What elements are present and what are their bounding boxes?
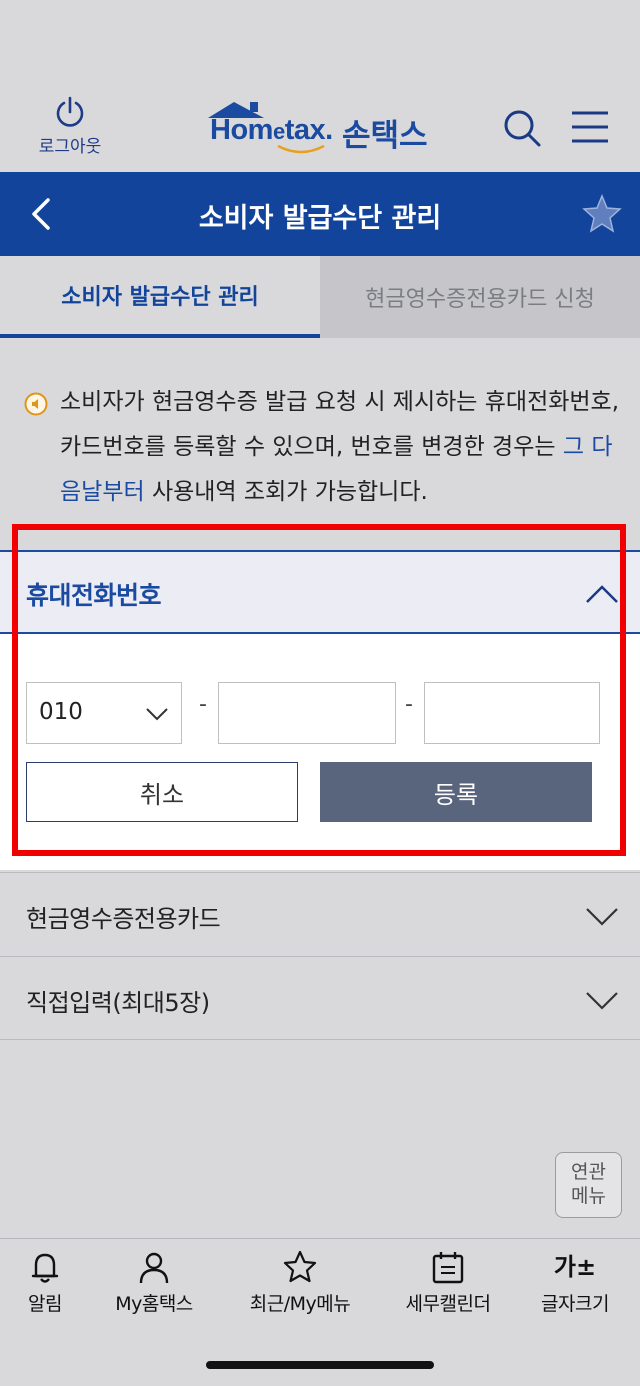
favorite-button[interactable] (580, 192, 624, 236)
phone-separator: - (199, 692, 207, 717)
person-icon (139, 1252, 169, 1284)
bell-icon (31, 1253, 59, 1283)
logo-swoosh-icon (277, 144, 325, 154)
phone-separator: - (405, 692, 413, 717)
cancel-button[interactable]: 취소 (26, 762, 298, 822)
phone-middle-input[interactable] (218, 682, 396, 744)
related-menu-button[interactable]: 연관 메뉴 (555, 1152, 622, 1218)
search-icon (504, 110, 541, 147)
section-label: 현금영수증전용카드 (26, 905, 221, 933)
nav-label: 세무캘린더 (405, 1293, 491, 1315)
nav-label: 글자크기 (541, 1293, 609, 1315)
title-bar: 소비자 발급수단 관리 (0, 172, 640, 256)
font-size-icon: 가± (553, 1253, 597, 1281)
register-button[interactable]: 등록 (320, 762, 592, 822)
related-menu-line1: 연관 (571, 1161, 606, 1183)
phone-form: 010 - - 취소 등록 (0, 634, 640, 870)
nav-recent-my-menu[interactable]: 최근/My메뉴 (235, 1249, 365, 1316)
related-menu-line2: 메뉴 (571, 1185, 606, 1207)
phone-accordion: 휴대전화번호 010 - - 취소 등록 (0, 550, 640, 870)
logout-button[interactable]: 로그아웃 (30, 96, 110, 157)
home-indicator (206, 1361, 434, 1369)
section-label: 직접입력(최대5장) (26, 989, 210, 1017)
page-title: 소비자 발급수단 관리 (198, 203, 442, 234)
logo-text: Hometax. (210, 114, 333, 146)
notice-text: 소비자가 현금영수증 발급 요청 시 제시하는 휴대전화번호, 카드번호를 등록… (60, 389, 620, 505)
speaker-icon (24, 392, 48, 416)
chevron-down-icon (586, 908, 618, 926)
logo-korean: 손택스 (342, 118, 428, 154)
nav-tax-calendar[interactable]: 세무캘린더 (383, 1249, 513, 1316)
logout-label: 로그아웃 (38, 137, 102, 157)
phone-section-title: 휴대전화번호 (26, 581, 162, 610)
phone-prefix-select[interactable]: 010 (26, 682, 182, 744)
power-icon (56, 96, 84, 127)
chevron-down-icon (586, 992, 618, 1010)
phone-accordion-header[interactable]: 휴대전화번호 (0, 550, 640, 634)
tab-consumer-issuance[interactable]: 소비자 발급수단 관리 (0, 256, 320, 338)
nav-label: 최근/My메뉴 (249, 1293, 351, 1315)
tab-cash-receipt-card-apply[interactable]: 현금영수증전용카드 신청 (320, 256, 640, 338)
nav-my-hometax[interactable]: My홈택스 (89, 1249, 219, 1316)
hamburger-icon (572, 111, 608, 143)
nav-font-size[interactable]: 가± 글자크기 (510, 1249, 640, 1316)
nav-label: My홈택스 (115, 1293, 193, 1315)
phone-prefix-value: 010 (39, 699, 83, 725)
direct-input-accordion[interactable]: 직접입력(최대5장) (0, 956, 640, 1040)
chevron-down-icon (146, 708, 168, 721)
phone-last-input[interactable] (424, 682, 600, 744)
hometax-logo[interactable]: Hometax. 손택스 (206, 100, 446, 156)
cash-receipt-card-accordion[interactable]: 현금영수증전용카드 (0, 872, 640, 956)
search-button[interactable] (500, 106, 544, 150)
chevron-up-icon (586, 585, 618, 603)
tab-bar: 소비자 발급수단 관리 현금영수증전용카드 신청 (0, 256, 640, 338)
calendar-icon (432, 1252, 464, 1284)
notice: 소비자가 현금영수증 발급 요청 시 제시하는 휴대전화번호, 카드번호를 등록… (24, 380, 620, 515)
star-outline-icon (283, 1250, 317, 1283)
menu-button[interactable] (568, 106, 612, 150)
app-header: 로그아웃 Hometax. 손택스 (0, 0, 640, 172)
star-icon (582, 194, 622, 233)
